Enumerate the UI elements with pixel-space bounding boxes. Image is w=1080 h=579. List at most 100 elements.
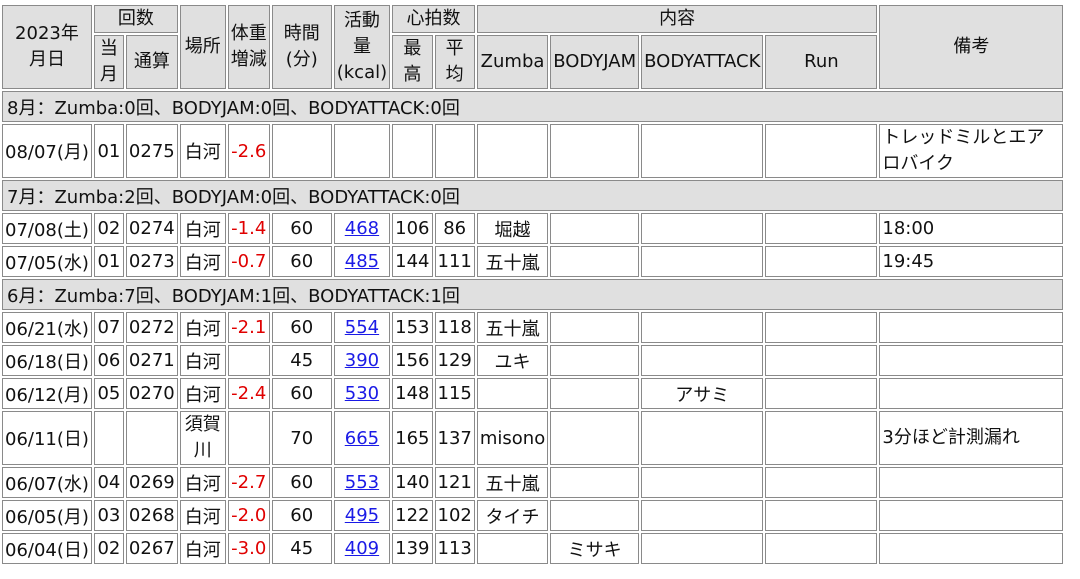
weight-change-cell [227, 345, 270, 376]
date-cell: 08/07(月) [2, 124, 92, 178]
count-month-cell: 05 [93, 378, 124, 409]
run-cell [765, 213, 878, 244]
bodyattack-instructor-cell [641, 124, 764, 178]
hr-avg-cell [434, 124, 475, 178]
duration-cell: 60 [271, 500, 332, 531]
kcal-cell: 554 [333, 312, 391, 343]
date-cell: 06/07(水) [2, 467, 92, 498]
header-content: 内容 [476, 5, 878, 33]
bodyattack-instructor-cell [641, 312, 764, 343]
bodyjam-instructor-cell [550, 124, 640, 178]
run-cell [765, 378, 878, 409]
header-notes: 備考 [879, 5, 1064, 89]
kcal-link[interactable]: 485 [345, 251, 379, 272]
header-run: Run [765, 35, 878, 89]
bodyattack-instructor-cell [641, 411, 764, 465]
count-total-cell: 0273 [125, 246, 178, 277]
hr-max-cell: 165 [392, 411, 433, 465]
notes-cell [879, 467, 1064, 498]
duration-cell: 60 [271, 312, 332, 343]
zumba-instructor-cell: 五十嵐 [476, 246, 549, 277]
table-row: 06/21(水) 07 0272 白河 -2.1 60 554 153 118 五十嵐 [2, 312, 1064, 343]
hr-avg-cell: 102 [434, 500, 475, 531]
zumba-instructor-cell: タイチ [476, 500, 549, 531]
run-cell [765, 411, 878, 465]
table-row: 06/04(日) 02 0267 白河 -3.0 45 409 139 113 ミサキ [2, 533, 1064, 564]
hr-avg-cell: 86 [434, 213, 475, 244]
kcal-cell: 468 [333, 213, 391, 244]
kcal-cell: 530 [333, 378, 391, 409]
weight-change-cell [227, 411, 270, 465]
table-body: 8月：Zumba:0回、BODYJAM:0回、BODYATTACK:0回 08/0… [2, 91, 1064, 564]
zumba-instructor-cell [476, 124, 549, 178]
duration-cell: 45 [271, 345, 332, 376]
run-cell [765, 533, 878, 564]
kcal-link[interactable]: 553 [345, 472, 379, 493]
hr-max-cell: 156 [392, 345, 433, 376]
hr-max-cell: 139 [392, 533, 433, 564]
kcal-cell: 485 [333, 246, 391, 277]
hr-max-cell: 148 [392, 378, 433, 409]
notes-cell [879, 312, 1064, 343]
weight-change-cell: -0.7 [227, 246, 270, 277]
bodyjam-instructor-cell [550, 411, 640, 465]
hr-max-cell: 144 [392, 246, 433, 277]
bodyjam-instructor-cell [550, 345, 640, 376]
notes-cell [879, 533, 1064, 564]
kcal-link[interactable]: 530 [345, 383, 379, 404]
place-cell: 白河 [179, 378, 226, 409]
bodyattack-instructor-cell [641, 467, 764, 498]
date-cell: 07/05(水) [2, 246, 92, 277]
place-cell: 白河 [179, 246, 226, 277]
bodyattack-instructor-cell [641, 213, 764, 244]
count-month-cell: 01 [93, 246, 124, 277]
date-cell: 06/11(日) [2, 411, 92, 465]
count-total-cell: 0272 [125, 312, 178, 343]
notes-cell [879, 500, 1064, 531]
kcal-link[interactable]: 495 [345, 505, 379, 526]
run-cell [765, 246, 878, 277]
duration-cell: 60 [271, 246, 332, 277]
run-cell [765, 124, 878, 178]
weight-change-cell: -2.1 [227, 312, 270, 343]
zumba-instructor-cell: ユキ [476, 345, 549, 376]
table-row: 08/07(月) 01 0275 白河 -2.6 トレッドミルとエアロバイク [2, 124, 1064, 178]
run-cell [765, 467, 878, 498]
hr-avg-cell: 115 [434, 378, 475, 409]
workout-log-table: 2023年 月日 回数 場所 体重 増減 時間 (分) 活動量 (kcal) 心拍数 内… [0, 3, 1065, 566]
zumba-instructor-cell [476, 533, 549, 564]
kcal-link[interactable]: 665 [345, 428, 379, 449]
count-month-cell: 06 [93, 345, 124, 376]
zumba-instructor-cell: 五十嵐 [476, 467, 549, 498]
duration-cell: 60 [271, 467, 332, 498]
duration-cell: 45 [271, 533, 332, 564]
count-total-cell: 0268 [125, 500, 178, 531]
header-weight: 体重 増減 [227, 5, 270, 89]
count-month-cell: 02 [93, 213, 124, 244]
bodyjam-instructor-cell [550, 378, 640, 409]
count-month-cell: 02 [93, 533, 124, 564]
place-cell: 白河 [179, 312, 226, 343]
count-month-cell: 04 [93, 467, 124, 498]
hr-avg-cell: 113 [434, 533, 475, 564]
bodyjam-instructor-cell [550, 213, 640, 244]
bodyattack-instructor-cell [641, 246, 764, 277]
kcal-link[interactable]: 468 [345, 218, 379, 239]
count-total-cell [125, 411, 178, 465]
duration-cell: 60 [271, 378, 332, 409]
date-cell: 06/18(日) [2, 345, 92, 376]
kcal-link[interactable]: 409 [345, 538, 379, 559]
date-cell: 07/08(土) [2, 213, 92, 244]
count-month-cell: 01 [93, 124, 124, 178]
hr-max-cell [392, 124, 433, 178]
weight-change-cell: -3.0 [227, 533, 270, 564]
bodyattack-instructor-cell [641, 345, 764, 376]
zumba-instructor-cell: 五十嵐 [476, 312, 549, 343]
hr-avg-cell: 121 [434, 467, 475, 498]
date-cell: 06/04(日) [2, 533, 92, 564]
table-row: 06/05(月) 03 0268 白河 -2.0 60 495 122 102 タイチ [2, 500, 1064, 531]
kcal-link[interactable]: 390 [345, 350, 379, 371]
kcal-link[interactable]: 554 [345, 317, 379, 338]
weight-change-cell: -1.4 [227, 213, 270, 244]
notes-cell: 18:00 [879, 213, 1064, 244]
